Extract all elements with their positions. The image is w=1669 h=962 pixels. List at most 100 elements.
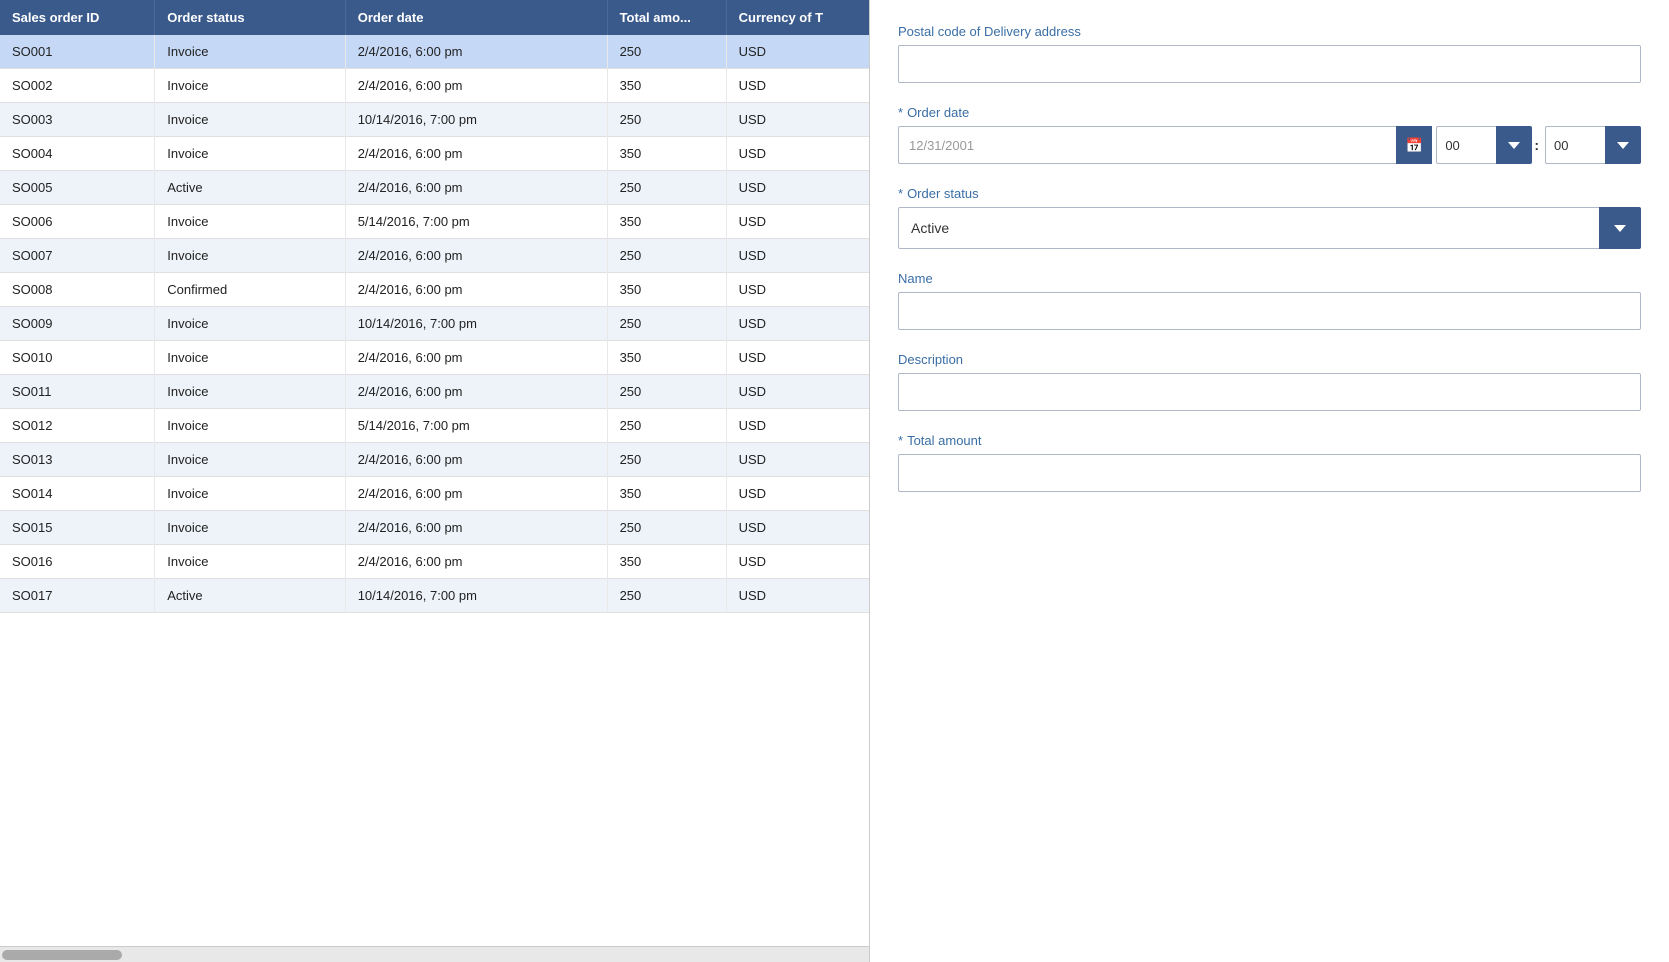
table-row[interactable]: SO001Invoice2/4/2016, 6:00 pm250USD (0, 35, 869, 69)
cell-currency: USD (726, 273, 869, 307)
table-row[interactable]: SO012Invoice5/14/2016, 7:00 pm250USD (0, 409, 869, 443)
order-status-select[interactable]: Active Invoice Confirmed (898, 207, 1599, 249)
calendar-icon: 📅 (1406, 137, 1423, 154)
col-header-order-date: Order date (345, 0, 607, 35)
table-row[interactable]: SO013Invoice2/4/2016, 6:00 pm250USD (0, 443, 869, 477)
cell-orderStatus: Invoice (155, 137, 345, 171)
cell-orderDate: 2/4/2016, 6:00 pm (345, 477, 607, 511)
cell-currency: USD (726, 545, 869, 579)
cell-orderDate: 2/4/2016, 6:00 pm (345, 341, 607, 375)
cell-orderStatus: Invoice (155, 239, 345, 273)
total-amount-required-star: * (898, 433, 903, 448)
order-status-wrapper: Active Invoice Confirmed (898, 207, 1641, 249)
description-field: Description (898, 352, 1641, 411)
table-scroll-area[interactable]: Sales order ID Order status Order date T… (0, 0, 869, 946)
cell-orderDate: 2/4/2016, 6:00 pm (345, 443, 607, 477)
postal-code-label: Postal code of Delivery address (898, 24, 1641, 39)
cell-totalAmount: 350 (607, 341, 726, 375)
cell-currency: USD (726, 443, 869, 477)
cell-orderDate: 10/14/2016, 7:00 pm (345, 307, 607, 341)
cell-totalAmount: 350 (607, 545, 726, 579)
table-row[interactable]: SO003Invoice10/14/2016, 7:00 pm250USD (0, 103, 869, 137)
time-minutes-input[interactable] (1545, 126, 1605, 164)
hscroll-thumb[interactable] (2, 950, 122, 960)
table-row[interactable]: SO010Invoice2/4/2016, 6:00 pm350USD (0, 341, 869, 375)
cell-orderDate: 2/4/2016, 6:00 pm (345, 239, 607, 273)
order-date-label: * Order date (898, 105, 1641, 120)
cell-salesOrderId: SO003 (0, 103, 155, 137)
order-date-required-star: * (898, 105, 903, 120)
time-hours-wrapper (1436, 126, 1532, 164)
name-field: Name (898, 271, 1641, 330)
total-amount-label: * Total amount (898, 433, 1641, 448)
cell-totalAmount: 350 (607, 205, 726, 239)
postal-code-input[interactable] (898, 45, 1641, 83)
description-input[interactable] (898, 373, 1641, 411)
cell-currency: USD (726, 103, 869, 137)
chevron-down-icon-3 (1614, 225, 1626, 232)
cell-orderStatus: Invoice (155, 103, 345, 137)
cell-currency: USD (726, 137, 869, 171)
table-row[interactable]: SO004Invoice2/4/2016, 6:00 pm350USD (0, 137, 869, 171)
total-amount-input[interactable] (898, 454, 1641, 492)
total-amount-field: * Total amount (898, 433, 1641, 492)
description-label: Description (898, 352, 1641, 367)
chevron-down-icon (1508, 142, 1520, 149)
calendar-button[interactable]: 📅 (1396, 126, 1432, 164)
cell-salesOrderId: SO014 (0, 477, 155, 511)
table-header: Sales order ID Order status Order date T… (0, 0, 869, 35)
table-row[interactable]: SO002Invoice2/4/2016, 6:00 pm350USD (0, 69, 869, 103)
table-wrapper: Sales order ID Order status Order date T… (0, 0, 869, 962)
cell-orderDate: 2/4/2016, 6:00 pm (345, 137, 607, 171)
time-minutes-wrapper (1545, 126, 1641, 164)
time-hours-dropdown-button[interactable] (1496, 126, 1532, 164)
order-date-input[interactable] (898, 126, 1396, 164)
cell-orderDate: 2/4/2016, 6:00 pm (345, 511, 607, 545)
time-colon-separator: : (1532, 126, 1541, 164)
cell-orderStatus: Invoice (155, 307, 345, 341)
time-hours-input[interactable] (1436, 126, 1496, 164)
order-date-field: * Order date 📅 : (898, 105, 1641, 164)
table-panel: Sales order ID Order status Order date T… (0, 0, 870, 962)
name-input[interactable] (898, 292, 1641, 330)
cell-orderStatus: Invoice (155, 409, 345, 443)
horizontal-scrollbar[interactable] (0, 946, 869, 962)
table-row[interactable]: SO016Invoice2/4/2016, 6:00 pm350USD (0, 545, 869, 579)
cell-salesOrderId: SO015 (0, 511, 155, 545)
cell-salesOrderId: SO011 (0, 375, 155, 409)
cell-orderDate: 2/4/2016, 6:00 pm (345, 69, 607, 103)
data-table: Sales order ID Order status Order date T… (0, 0, 869, 613)
table-row[interactable]: SO007Invoice2/4/2016, 6:00 pm250USD (0, 239, 869, 273)
cell-salesOrderId: SO002 (0, 69, 155, 103)
cell-totalAmount: 350 (607, 69, 726, 103)
table-row[interactable]: SO009Invoice10/14/2016, 7:00 pm250USD (0, 307, 869, 341)
table-row[interactable]: SO006Invoice5/14/2016, 7:00 pm350USD (0, 205, 869, 239)
table-row[interactable]: SO008Confirmed2/4/2016, 6:00 pm350USD (0, 273, 869, 307)
cell-salesOrderId: SO004 (0, 137, 155, 171)
cell-orderStatus: Invoice (155, 69, 345, 103)
table-row[interactable]: SO017Active10/14/2016, 7:00 pm250USD (0, 579, 869, 613)
cell-orderStatus: Active (155, 171, 345, 205)
cell-orderStatus: Active (155, 579, 345, 613)
cell-salesOrderId: SO005 (0, 171, 155, 205)
col-header-order-status: Order status (155, 0, 345, 35)
col-header-sales-order-id: Sales order ID (0, 0, 155, 35)
table-row[interactable]: SO015Invoice2/4/2016, 6:00 pm250USD (0, 511, 869, 545)
cell-totalAmount: 250 (607, 239, 726, 273)
order-date-row: 📅 : (898, 126, 1641, 164)
table-row[interactable]: SO011Invoice2/4/2016, 6:00 pm250USD (0, 375, 869, 409)
table-row[interactable]: SO005Active2/4/2016, 6:00 pm250USD (0, 171, 869, 205)
form-panel: Postal code of Delivery address * Order … (870, 0, 1669, 962)
time-minutes-dropdown-button[interactable] (1605, 126, 1641, 164)
cell-currency: USD (726, 171, 869, 205)
order-status-dropdown-button[interactable] (1599, 207, 1641, 249)
col-header-currency: Currency of T (726, 0, 869, 35)
postal-code-field: Postal code of Delivery address (898, 24, 1641, 83)
table-row[interactable]: SO014Invoice2/4/2016, 6:00 pm350USD (0, 477, 869, 511)
cell-orderStatus: Invoice (155, 511, 345, 545)
cell-salesOrderId: SO001 (0, 35, 155, 69)
cell-totalAmount: 250 (607, 103, 726, 137)
cell-orderStatus: Invoice (155, 375, 345, 409)
cell-orderDate: 2/4/2016, 6:00 pm (345, 545, 607, 579)
cell-orderDate: 10/14/2016, 7:00 pm (345, 103, 607, 137)
